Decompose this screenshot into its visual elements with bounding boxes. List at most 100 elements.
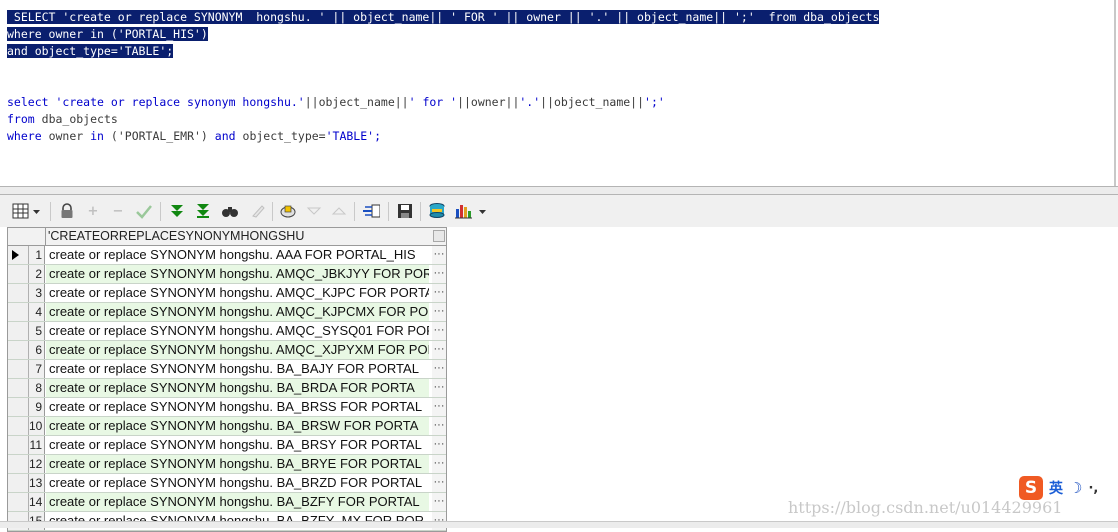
minus-icon[interactable]: − [109,202,127,220]
fetch-next-icon[interactable] [168,202,186,220]
second-query[interactable]: select 'create or replace synonym hongsh… [7,94,665,145]
table-row[interactable]: 13 create or replace SYNONYM hongshu. BA_… [8,474,446,493]
check-icon[interactable] [135,202,153,220]
table-cell[interactable]: create or replace SYNONYM hongshu. AMQC_… [46,322,429,340]
row-indicator[interactable] [8,360,29,378]
row-number[interactable]: 5 [29,322,45,340]
row-indicator[interactable] [8,474,29,492]
cell-ellipsis-button[interactable]: ··· [432,398,446,416]
cell-ellipsis-button[interactable]: ··· [432,341,446,359]
row-indicator[interactable] [8,417,29,435]
row-indicator[interactable] [8,303,29,321]
cell-ellipsis-button[interactable]: ··· [432,379,446,397]
selected-query[interactable]: SELECT 'create or replace SYNONYM hongsh… [7,9,880,60]
table-row[interactable]: 12 create or replace SYNONYM hongshu. BA_… [8,455,446,474]
grid-corner[interactable] [8,228,46,245]
row-number[interactable]: 14 [29,493,45,511]
table-row[interactable]: 1 create or replace SYNONYM hongshu. AAA … [8,246,446,265]
cell-ellipsis-button[interactable]: ··· [432,265,446,283]
table-row[interactable]: 8 create or replace SYNONYM hongshu. BA_B… [8,379,446,398]
row-number[interactable]: 2 [29,265,45,283]
editor-splitter[interactable] [0,186,1118,195]
sql-editor[interactable]: SELECT 'create or replace SYNONYM hongsh… [0,0,1116,186]
cell-ellipsis-button[interactable]: ··· [432,284,446,302]
row-indicator[interactable] [8,436,29,454]
column-dropdown-icon[interactable] [433,230,445,242]
chart-icon[interactable] [455,202,489,220]
ime-language[interactable]: 英 [1049,478,1063,498]
table-cell[interactable]: create or replace SYNONYM hongshu. BA_BZ… [46,493,429,511]
table-row[interactable]: 5 create or replace SYNONYM hongshu. AMQC… [8,322,446,341]
table-row[interactable]: 4 create or replace SYNONYM hongshu. AMQC… [8,303,446,322]
row-number[interactable]: 12 [29,455,45,473]
table-cell[interactable]: create or replace SYNONYM hongshu. BA_BR… [46,379,429,397]
row-indicator[interactable] [8,398,29,416]
row-indicator[interactable] [8,493,29,511]
table-cell[interactable]: create or replace SYNONYM hongshu. AAA F… [46,246,429,264]
table-row[interactable]: 7 create or replace SYNONYM hongshu. BA_B… [8,360,446,379]
row-indicator[interactable] [8,455,29,473]
save-icon[interactable] [396,202,414,220]
table-row[interactable]: 14 create or replace SYNONYM hongshu. BA_… [8,493,446,512]
toolbar-separator [354,202,355,221]
table-cell[interactable]: create or replace SYNONYM hongshu. BA_BR… [46,474,429,492]
column-header[interactable]: 'CREATEORREPLACESYNONYMHONGSHU [48,229,304,243]
table-row[interactable]: 3 create or replace SYNONYM hongshu. AMQC… [8,284,446,303]
export-icon[interactable] [362,202,380,220]
cell-ellipsis-button[interactable]: ··· [432,417,446,435]
db-icon[interactable] [428,202,446,220]
plus-icon[interactable]: + [84,202,102,220]
table-row[interactable]: 9 create or replace SYNONYM hongshu. BA_B… [8,398,446,417]
cell-ellipsis-button[interactable]: ··· [432,246,446,264]
watermark: https://blog.csdn.net/u014429961 [788,498,1063,517]
clear-icon[interactable] [249,202,267,220]
row-number[interactable]: 8 [29,379,45,397]
row-indicator[interactable] [8,265,29,283]
cell-ellipsis-button[interactable]: ··· [432,360,446,378]
fetch-all-icon[interactable] [194,202,212,220]
row-number[interactable]: 11 [29,436,45,454]
table-cell[interactable]: create or replace SYNONYM hongshu. BA_BA… [46,360,429,378]
result-grid[interactable]: 'CREATEORREPLACESYNONYMHONGSHU 1 create o… [7,227,447,532]
table-cell[interactable]: create or replace SYNONYM hongshu. AMQC_… [46,265,429,283]
cell-ellipsis-button[interactable]: ··· [432,303,446,321]
table-row[interactable]: 6 create or replace SYNONYM hongshu. AMQC… [8,341,446,360]
table-row[interactable]: 2 create or replace SYNONYM hongshu. AMQC… [8,265,446,284]
row-number[interactable]: 1 [29,246,45,264]
table-cell[interactable]: create or replace SYNONYM hongshu. BA_BR… [46,455,429,473]
row-indicator[interactable] [8,284,29,302]
table-cell[interactable]: create or replace SYNONYM hongshu. AMQC_… [46,303,429,321]
table-cell[interactable]: create or replace SYNONYM hongshu. BA_BR… [46,436,429,454]
cell-ellipsis-button[interactable]: ··· [432,455,446,473]
cell-ellipsis-button[interactable]: ··· [432,474,446,492]
table-cell[interactable]: create or replace SYNONYM hongshu. AMQC_… [46,284,429,302]
row-number[interactable]: 13 [29,474,45,492]
punctuation-icon[interactable]: ·, [1088,481,1098,496]
row-number[interactable]: 9 [29,398,45,416]
filter-down-icon[interactable] [305,202,323,220]
table-row[interactable]: 11 create or replace SYNONYM hongshu. BA_… [8,436,446,455]
row-number[interactable]: 10 [29,417,45,435]
query-icon[interactable] [279,202,297,220]
moon-icon[interactable]: ☽ [1069,479,1082,497]
row-indicator[interactable] [8,322,29,340]
table-row[interactable]: 10 create or replace SYNONYM hongshu. BA_… [8,417,446,436]
grid-icon[interactable] [12,202,42,220]
find-icon[interactable] [221,202,239,220]
row-number[interactable]: 7 [29,360,45,378]
cell-ellipsis-button[interactable]: ··· [432,322,446,340]
ime-indicator[interactable]: S 英 ☽ ·, [1019,476,1098,500]
table-cell[interactable]: create or replace SYNONYM hongshu. BA_BR… [46,417,429,435]
row-indicator[interactable] [8,246,29,264]
row-indicator[interactable] [8,341,29,359]
table-cell[interactable]: create or replace SYNONYM hongshu. AMQC_… [46,341,429,359]
row-number[interactable]: 6 [29,341,45,359]
row-indicator[interactable] [8,379,29,397]
table-cell[interactable]: create or replace SYNONYM hongshu. BA_BR… [46,398,429,416]
cell-ellipsis-button[interactable]: ··· [432,493,446,511]
row-number[interactable]: 3 [29,284,45,302]
filter-up-icon[interactable] [330,202,348,220]
lock-icon[interactable] [58,202,76,220]
cell-ellipsis-button[interactable]: ··· [432,436,446,454]
row-number[interactable]: 4 [29,303,45,321]
